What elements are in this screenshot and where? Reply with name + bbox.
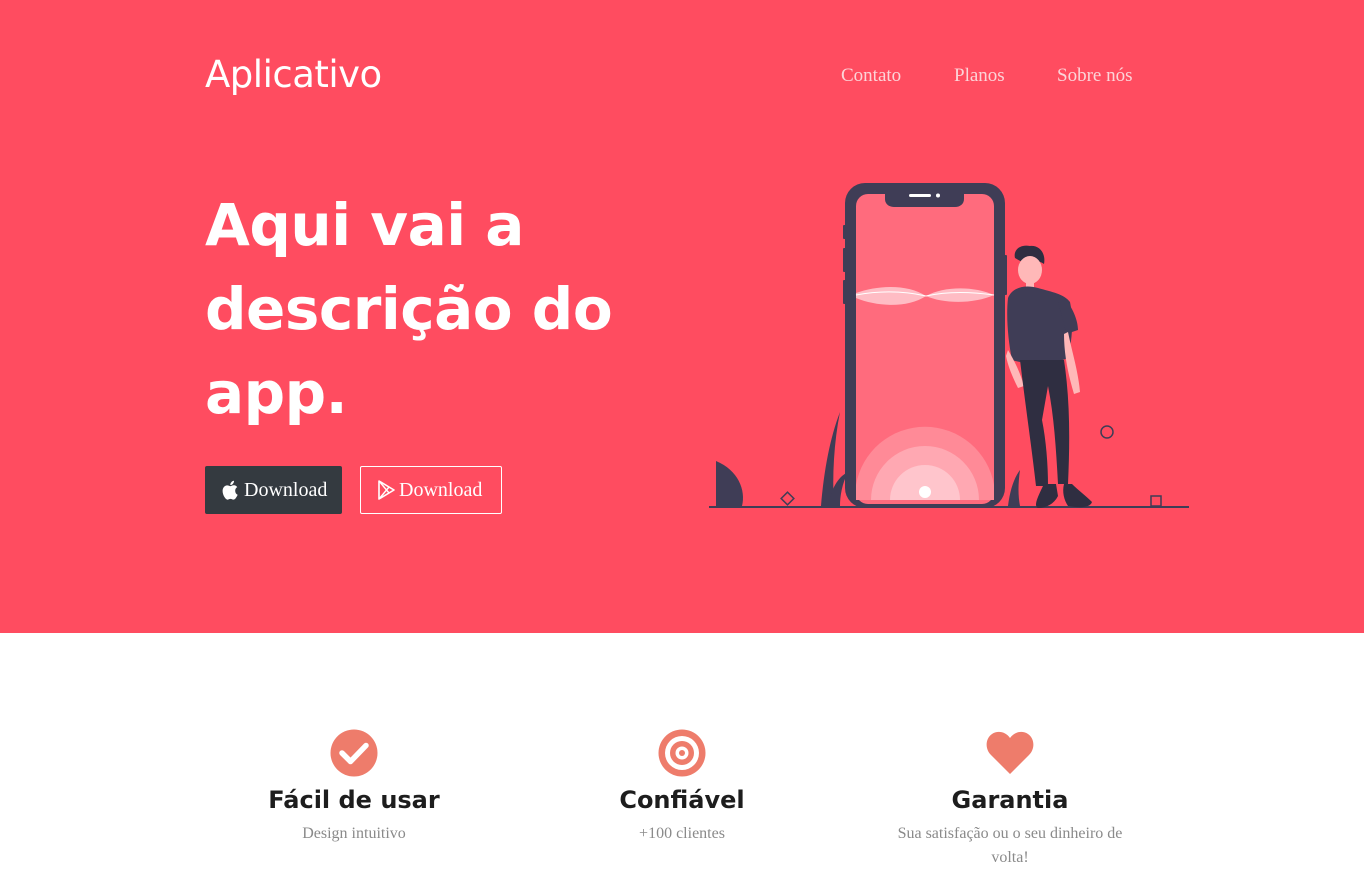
feature-facil-de-usar: Fácil de usar Design intuitivo [190,728,518,846]
feature-title: Confiável [619,786,745,814]
person-leaning-on-phone-illustration [708,180,1190,512]
feature-description: Design intuitivo [302,825,406,842]
check-circle-icon [329,728,379,778]
google-play-icon [377,480,395,500]
nav-link-sobre-nos[interactable]: Sobre nós [1057,64,1132,88]
main-nav: Contato Planos Sobre nós [0,64,1364,88]
hero-headline: Aqui vai a descrição do app. [205,191,613,427]
feature-description: Sua satisfação ou o seu dinheiro de volt… [897,825,1123,866]
google-play-download-label: Download [399,478,483,501]
google-play-download-button[interactable]: Download [360,466,502,514]
apple-download-label: Download [244,478,328,501]
nav-link-contato[interactable]: Contato [841,64,901,88]
feature-title: Fácil de usar [268,786,440,814]
feature-description: +100 clientes [639,825,725,842]
feature-garantia: Garantia Sua satisfação ou o seu dinheir… [846,728,1174,870]
feature-confiavel: Confiável +100 clientes [518,728,846,846]
hero-section: Aplicativo Contato Planos Sobre nós Aqui… [0,0,1364,633]
features-section: Fácil de usar Design intuitivo Confiável… [0,633,1364,888]
apple-icon [222,480,240,500]
apple-download-button[interactable]: Download [205,466,342,514]
target-icon [657,728,707,778]
heart-icon [985,728,1035,778]
feature-title: Garantia [951,786,1069,814]
nav-link-planos[interactable]: Planos [954,64,1005,88]
